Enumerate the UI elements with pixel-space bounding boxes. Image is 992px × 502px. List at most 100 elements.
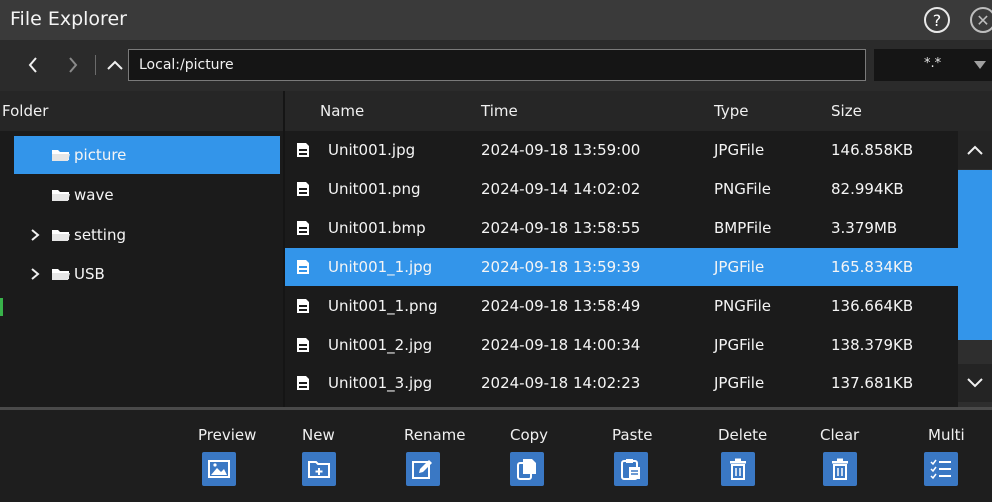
- copy-button[interactable]: [510, 452, 544, 486]
- multi-select-button[interactable]: [924, 452, 958, 486]
- file-row[interactable]: Unit001.jpg 2024-09-18 13:59:00 JPGFile …: [285, 131, 958, 169]
- clear-tool: Clear: [820, 410, 880, 502]
- folder-icon: [52, 190, 70, 201]
- folder-icon: [52, 269, 70, 280]
- dropdown-arrow-icon: [974, 61, 986, 69]
- file-icon: [297, 299, 309, 313]
- file-type: JPGFile: [714, 336, 765, 354]
- file-row[interactable]: Unit001_1.png 2024-09-18 13:58:49 PNGFil…: [285, 287, 958, 325]
- file-icon: [297, 221, 309, 235]
- column-header-type[interactable]: Type: [714, 102, 748, 120]
- column-header-size[interactable]: Size: [831, 102, 862, 120]
- path-text: Local:/picture: [139, 57, 234, 73]
- column-header-name[interactable]: Name: [320, 102, 364, 120]
- file-row[interactable]: Unit001.png 2024-09-14 14:02:02 PNGFile …: [285, 170, 958, 208]
- preview-button[interactable]: [202, 452, 236, 486]
- copy-icon: [517, 459, 536, 480]
- folder-item-usb[interactable]: USB: [14, 255, 280, 293]
- file-row[interactable]: Unit001_3.jpg 2024-09-18 14:02:23 JPGFil…: [285, 364, 958, 402]
- folder-label: setting: [74, 226, 127, 244]
- file-icon: [297, 376, 309, 390]
- folder-item-setting[interactable]: setting: [14, 216, 280, 254]
- path-input[interactable]: Local:/picture: [128, 49, 866, 81]
- column-header-time[interactable]: Time: [481, 102, 518, 120]
- file-list-scrollbar[interactable]: [958, 131, 992, 407]
- file-time: 2024-09-18 14:00:34: [481, 336, 641, 354]
- folder-item-wave[interactable]: wave: [14, 176, 280, 214]
- file-type: PNGFile: [714, 297, 771, 315]
- file-time: 2024-09-14 14:02:02: [481, 180, 641, 198]
- title-bar: File Explorer ? ✕: [0, 0, 992, 40]
- paste-button[interactable]: [614, 452, 648, 486]
- folder-header: Folder: [0, 91, 283, 131]
- file-type: PNGFile: [714, 180, 771, 198]
- file-name: Unit001.jpg: [328, 141, 416, 159]
- clear-button[interactable]: [823, 452, 857, 486]
- scroll-up-button[interactable]: [958, 131, 992, 169]
- filter-value: *.*: [924, 56, 942, 71]
- new-tool: New: [300, 410, 360, 502]
- window-title: File Explorer: [10, 8, 127, 30]
- nav-separator: [95, 55, 96, 75]
- checklist-icon: [930, 459, 951, 480]
- copy-label: Copy: [510, 426, 549, 444]
- close-button[interactable]: ✕: [970, 7, 992, 33]
- folder-icon: [52, 230, 70, 241]
- new-folder-button[interactable]: [302, 452, 336, 486]
- file-row[interactable]: Unit001_2.jpg 2024-09-18 14:00:34 JPGFil…: [285, 326, 958, 364]
- rename-button[interactable]: [406, 452, 440, 486]
- new-folder-icon: [308, 461, 330, 478]
- file-icon: [297, 143, 309, 157]
- delete-label: Delete: [718, 426, 768, 444]
- file-size: 138.379KB: [831, 336, 914, 354]
- chevron-left-icon: [28, 57, 37, 73]
- file-name: Unit001_3.jpg: [328, 374, 433, 392]
- folder-icon: [52, 150, 70, 161]
- scroll-thumb[interactable]: [958, 170, 992, 340]
- file-name: Unit001_1.png: [328, 297, 438, 315]
- file-type: JPGFile: [714, 374, 765, 392]
- file-icon: [297, 338, 309, 352]
- close-icon: ✕: [976, 10, 990, 30]
- file-icon: [297, 182, 309, 196]
- file-row[interactable]: Unit001.bmp 2024-09-18 13:58:55 BMPFile …: [285, 209, 958, 247]
- preview-label: Preview: [198, 426, 257, 444]
- chevron-up-icon: [967, 145, 983, 155]
- scroll-down-button[interactable]: [958, 364, 992, 402]
- paste-icon: [621, 459, 640, 480]
- up-button[interactable]: [104, 54, 126, 76]
- folder-label: wave: [74, 186, 114, 204]
- clear-label: Clear: [820, 426, 860, 444]
- file-size: 137.681KB: [831, 374, 914, 392]
- back-button[interactable]: [22, 54, 44, 76]
- file-row-selected[interactable]: Unit001_1.jpg 2024-09-18 13:59:39 JPGFil…: [285, 248, 958, 286]
- file-list-header: Name Time Type Size: [285, 91, 992, 131]
- file-size: 146.858KB: [831, 141, 914, 159]
- rename-tool: Rename: [404, 410, 474, 502]
- delete-tool: Delete: [716, 410, 776, 502]
- file-filter-select[interactable]: *.*: [874, 49, 992, 81]
- help-button[interactable]: ?: [924, 7, 950, 33]
- folder-item-picture[interactable]: picture: [14, 136, 280, 174]
- folder-label: USB: [74, 265, 105, 283]
- file-time: 2024-09-18 13:59:39: [481, 258, 641, 276]
- expand-chevron-icon[interactable]: [28, 227, 42, 243]
- folder-label: picture: [74, 146, 127, 164]
- forward-button[interactable]: [62, 54, 84, 76]
- folder-tree: picture wave setting USB: [0, 131, 283, 407]
- delete-button[interactable]: [721, 452, 755, 486]
- multi-tool: Multi: [924, 410, 984, 502]
- new-label: New: [302, 426, 335, 444]
- edge-marker: [0, 298, 3, 316]
- image-icon: [208, 460, 230, 478]
- file-size: 136.664KB: [831, 297, 914, 315]
- file-size: 165.834KB: [831, 258, 914, 276]
- preview-tool: Preview: [196, 410, 266, 502]
- file-name: Unit001.png: [328, 180, 421, 198]
- file-time: 2024-09-18 13:58:49: [481, 297, 641, 315]
- help-icon: ?: [932, 10, 942, 30]
- file-type: JPGFile: [714, 258, 765, 276]
- expand-chevron-icon[interactable]: [28, 266, 42, 282]
- chevron-up-icon: [107, 60, 123, 70]
- chevron-down-icon: [967, 378, 983, 388]
